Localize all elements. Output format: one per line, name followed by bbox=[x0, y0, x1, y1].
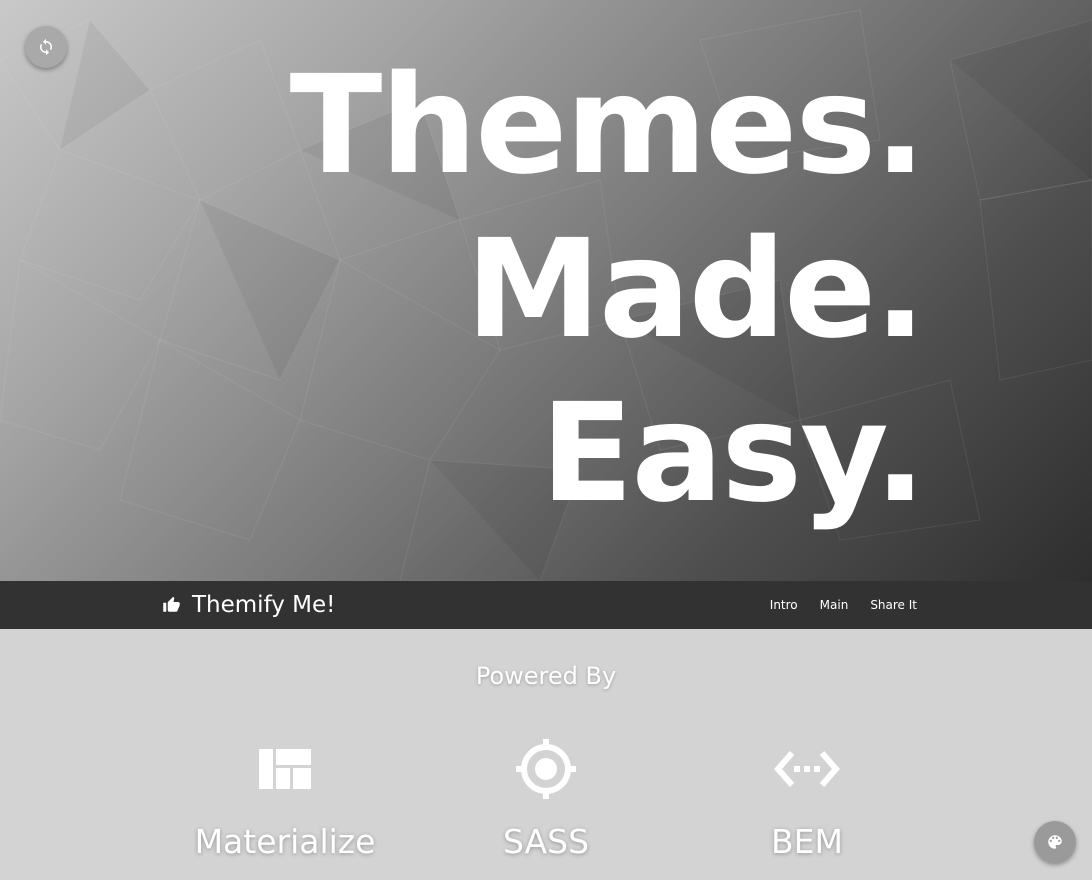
tech-item-materialize: Materialize bbox=[155, 736, 415, 861]
nav-link-share-it[interactable]: Share It bbox=[870, 598, 917, 612]
layout-icon bbox=[155, 736, 415, 802]
refresh-icon bbox=[40, 38, 52, 56]
palette-button[interactable] bbox=[1034, 821, 1076, 863]
tech-item-sass: SASS bbox=[416, 736, 676, 861]
hero-title: Themes. Made. Easy. bbox=[289, 44, 926, 536]
tech-label-materialize: Materialize bbox=[194, 822, 376, 861]
hero-line-easy: Easy. bbox=[540, 375, 926, 533]
powered-by-heading: Powered By bbox=[475, 662, 617, 690]
nav-link-main[interactable]: Main bbox=[820, 598, 849, 612]
target-icon bbox=[416, 736, 676, 802]
thumbs-up-icon bbox=[163, 596, 180, 612]
hero-line-made: Made. bbox=[465, 211, 926, 369]
nav-links: Intro Main Share It bbox=[770, 581, 917, 629]
brand-label: Themify Me! bbox=[192, 592, 336, 618]
brand-link[interactable]: Themify Me! bbox=[162, 581, 335, 629]
tech-label-bem: BEM bbox=[771, 822, 843, 861]
tech-label-sass: SASS bbox=[502, 822, 590, 861]
code-arrows-icon bbox=[677, 736, 937, 802]
hero-line-themes: Themes. bbox=[289, 47, 926, 205]
hero-banner: Themes. Made. Easy. bbox=[0, 0, 1092, 581]
palette-icon bbox=[1048, 835, 1062, 849]
refresh-button[interactable] bbox=[25, 26, 67, 68]
navbar: Themify Me! Intro Main Share It bbox=[0, 581, 1092, 629]
tech-item-bem: BEM bbox=[677, 736, 937, 861]
nav-link-intro[interactable]: Intro bbox=[770, 598, 798, 612]
